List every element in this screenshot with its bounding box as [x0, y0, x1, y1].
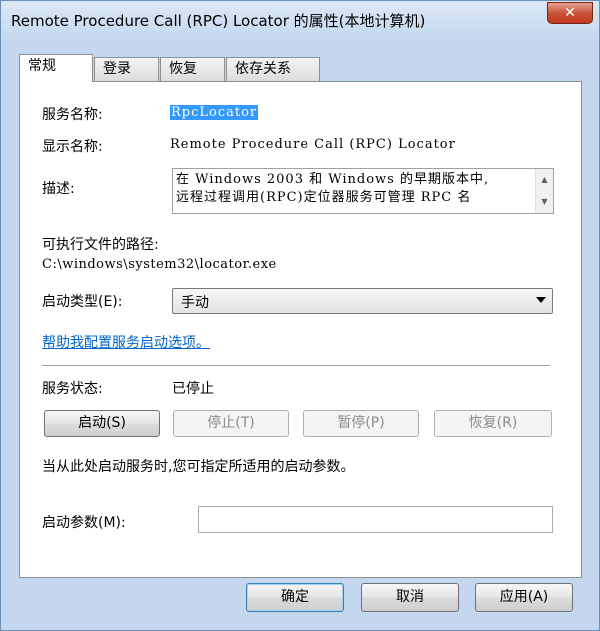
- resume-button[interactable]: 恢复(R): [434, 410, 552, 437]
- exe-path-label: 可执行文件的路径:: [42, 237, 159, 253]
- stop-button[interactable]: 停止(T): [173, 410, 289, 437]
- tab-dependencies[interactable]: 依存关系: [226, 57, 320, 81]
- scroll-down-icon[interactable]: ▼: [536, 195, 553, 209]
- window-title: Remote Procedure Call (RPC) Locator 的属性(…: [11, 12, 426, 30]
- display-name-label: 显示名称:: [42, 139, 103, 155]
- close-icon: ✕: [564, 5, 576, 21]
- general-panel: 服务名称: RpcLocator 显示名称: Remote Procedure …: [19, 81, 582, 578]
- service-name-label: 服务名称:: [42, 107, 103, 123]
- tab-general[interactable]: 常规: [19, 54, 93, 82]
- divider: [42, 365, 550, 367]
- status-label: 服务状态:: [42, 381, 103, 397]
- tab-logon[interactable]: 登录: [94, 57, 159, 81]
- cancel-button[interactable]: 取消: [361, 583, 459, 612]
- tab-recovery[interactable]: 恢复: [160, 57, 225, 81]
- startup-type-value: 手动: [181, 295, 209, 311]
- display-name-value: Remote Procedure Call (RPC) Locator: [170, 137, 456, 152]
- scroll-up-icon[interactable]: ▲: [536, 173, 553, 187]
- start-button[interactable]: 启动(S): [44, 410, 160, 437]
- start-params-label: 启动参数(M):: [42, 515, 126, 531]
- ok-button[interactable]: 确定: [246, 583, 344, 612]
- hint-text: 当从此处启动服务时,您可指定所适用的启动参数。: [42, 459, 355, 475]
- description-label: 描述:: [42, 181, 75, 197]
- status-value: 已停止: [172, 381, 214, 397]
- startup-type-label: 启动类型(E):: [42, 294, 123, 310]
- description-scrollbar[interactable]: ▲ ▼: [535, 169, 553, 213]
- help-link[interactable]: 帮助我配置服务启动选项。: [42, 332, 210, 352]
- service-name-value[interactable]: RpcLocator: [170, 105, 259, 120]
- chevron-down-icon: [536, 297, 546, 303]
- close-button[interactable]: ✕: [547, 2, 593, 24]
- pause-button[interactable]: 暂停(P): [303, 410, 419, 437]
- apply-button[interactable]: 应用(A): [475, 583, 573, 612]
- start-params-input[interactable]: [198, 506, 553, 533]
- exe-path-value: C:\windows\system32\locator.exe: [42, 257, 277, 272]
- title-bar: Remote Procedure Call (RPC) Locator 的属性(…: [1, 1, 599, 39]
- startup-type-select[interactable]: 手动: [172, 288, 553, 314]
- properties-dialog: Remote Procedure Call (RPC) Locator 的属性(…: [0, 0, 600, 631]
- description-box[interactable]: 在 Windows 2003 和 Windows 的早期版本中, 远程过程调用(…: [172, 168, 554, 214]
- description-text: 在 Windows 2003 和 Windows 的早期版本中, 远程过程调用(…: [176, 172, 490, 205]
